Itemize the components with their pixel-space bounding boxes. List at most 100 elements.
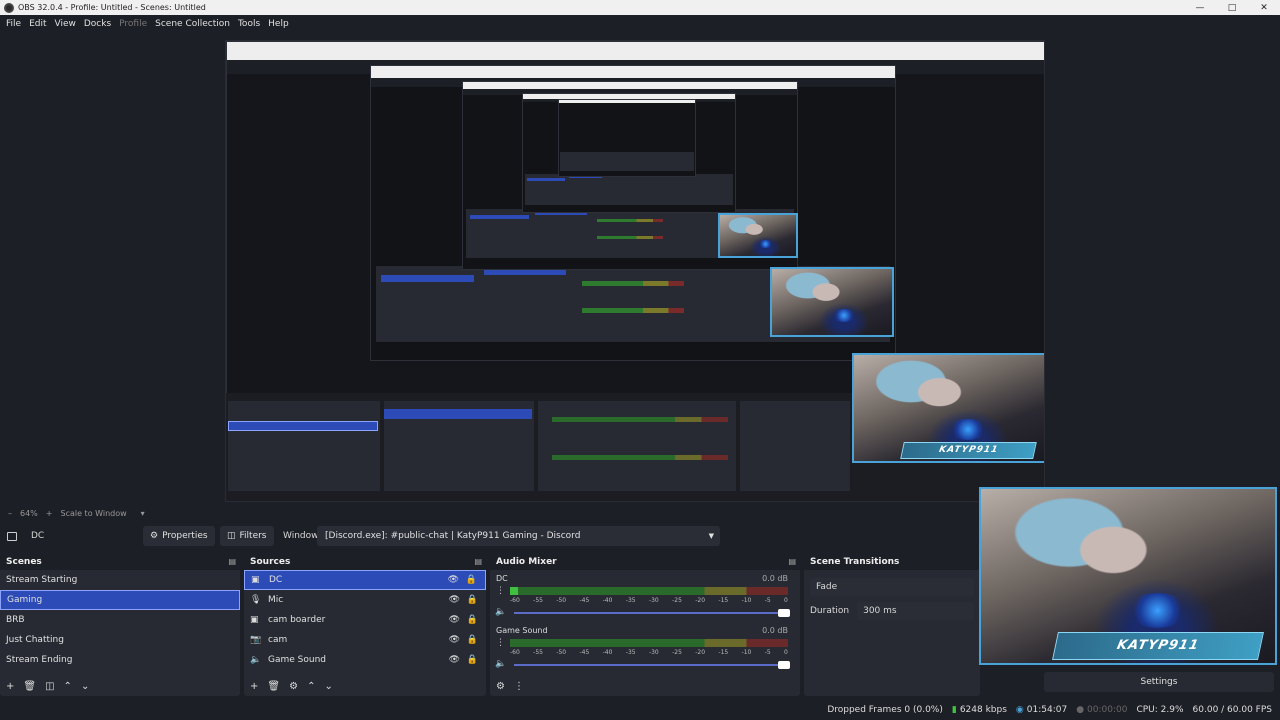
- kebab-menu-icon[interactable]: ⋮: [514, 681, 524, 692]
- tick-label: -45: [579, 649, 590, 656]
- volume-fader[interactable]: [514, 661, 790, 669]
- source-item-cam[interactable]: 📷 cam 👁 🔒: [244, 630, 486, 650]
- nested-transitions: [740, 401, 850, 491]
- kebab-menu-icon[interactable]: ⋮: [496, 586, 505, 596]
- nested-scenes: [228, 401, 380, 491]
- lock-icon[interactable]: 🔒: [467, 655, 478, 665]
- scene-item-just-chatting[interactable]: Just Chatting: [0, 630, 240, 650]
- tick-label: 0: [784, 597, 788, 604]
- speaker-icon[interactable]: 🔈: [495, 659, 506, 669]
- scene-transitions-title: Scene Transitions: [810, 557, 900, 567]
- record-icon: ●: [1076, 705, 1085, 715]
- nested-webcam-1: [718, 213, 798, 258]
- close-icon[interactable]: ✕: [1248, 0, 1280, 15]
- nested-webcam-2: [770, 267, 894, 337]
- scene-label: Just Chatting: [6, 635, 64, 645]
- nested-webcam-nameplate: KATYP911: [899, 441, 1037, 459]
- duration-input[interactable]: 300 ms: [857, 602, 974, 620]
- source-item-mic[interactable]: 🎙 Mic 👁 🔒: [244, 590, 486, 610]
- nested-capture-5: [558, 99, 696, 177]
- menu-edit[interactable]: Edit: [25, 19, 50, 29]
- tick-label: -35: [625, 649, 636, 656]
- scene-item-brb[interactable]: BRB: [0, 610, 240, 630]
- window-capture-icon: [7, 531, 17, 541]
- menu-view[interactable]: View: [51, 19, 80, 29]
- arrow-up-icon[interactable]: ⌃: [64, 681, 72, 692]
- add-icon[interactable]: +: [6, 681, 14, 692]
- channel-db: 0.0 dB: [762, 626, 788, 635]
- eye-icon[interactable]: 👁: [449, 595, 460, 605]
- chevron-down-icon[interactable]: ▾: [141, 509, 145, 518]
- trash-icon[interactable]: 🗑: [267, 681, 280, 692]
- scene-item-stream-starting[interactable]: Stream Starting: [0, 570, 240, 590]
- dock-menu-icon[interactable]: ▤: [474, 557, 482, 566]
- trash-icon[interactable]: 🗑: [23, 681, 36, 692]
- eye-icon[interactable]: 👁: [449, 655, 460, 665]
- menu-tools[interactable]: Tools: [234, 19, 264, 29]
- zoom-in-button[interactable]: +: [46, 509, 53, 518]
- properties-button[interactable]: ⚙ Properties: [143, 526, 215, 546]
- eye-icon[interactable]: 👁: [448, 575, 459, 585]
- scale-mode-label[interactable]: Scale to Window: [60, 509, 126, 518]
- source-item-game-sound[interactable]: 🔈 Game Sound 👁 🔒: [244, 650, 486, 670]
- gear-icon: ⚙: [150, 531, 159, 541]
- volume-fader[interactable]: [514, 609, 790, 617]
- scene-item-gaming[interactable]: Gaming: [0, 590, 240, 610]
- arrow-down-icon[interactable]: ⌄: [324, 681, 332, 692]
- window-title: OBS 32.0.4 - Profile: Untitled - Scenes:…: [18, 3, 206, 12]
- menu-file[interactable]: File: [2, 19, 25, 29]
- kebab-menu-icon[interactable]: ⋮: [496, 638, 505, 648]
- window-select[interactable]: [Discord.exe]: #public-chat | KatyP911 G…: [317, 526, 720, 546]
- arrow-up-icon[interactable]: ⌃: [307, 681, 315, 692]
- minimize-icon[interactable]: —: [1184, 0, 1216, 15]
- scenes-dock: Scenes ▤ Stream Starting Gaming BRB Just…: [0, 554, 240, 696]
- menu-docks[interactable]: Docks: [80, 19, 115, 29]
- maximize-icon[interactable]: □: [1216, 0, 1248, 15]
- zoom-out-button[interactable]: –: [8, 509, 12, 518]
- source-label: DC: [269, 575, 283, 585]
- dock-menu-icon[interactable]: ▤: [788, 557, 796, 566]
- filter-icon[interactable]: ◫: [45, 681, 54, 692]
- channel-name: Game Sound: [496, 626, 548, 635]
- advanced-audio-icon[interactable]: ⚙: [496, 681, 505, 692]
- source-label: cam: [268, 635, 288, 645]
- fader-knob[interactable]: [778, 661, 790, 669]
- speaker-icon[interactable]: 🔈: [495, 607, 506, 617]
- nested-webcam-3: KATYP911: [852, 353, 1044, 463]
- lock-icon[interactable]: 🔒: [466, 575, 477, 585]
- scene-item-stream-ending[interactable]: Stream Ending: [0, 650, 240, 670]
- fader-knob[interactable]: [778, 609, 790, 617]
- tick-label: -5: [764, 597, 771, 604]
- eye-icon[interactable]: 👁: [449, 615, 460, 625]
- add-icon[interactable]: +: [250, 681, 258, 692]
- menu-scene-collection[interactable]: Scene Collection: [151, 19, 234, 29]
- settings-button[interactable]: Settings: [1044, 672, 1274, 692]
- chevron-down-icon: ▼: [708, 532, 714, 540]
- sources-title: Sources: [250, 557, 291, 567]
- preview-canvas[interactable]: KATYP911: [225, 40, 1045, 502]
- mixer-channel-game-sound: Game Sound 0.0 dB ⋮ -60 -55 -50 -45 -40 …: [490, 622, 800, 674]
- bitrate: 6248 kbps: [959, 705, 1007, 715]
- dock-menu-icon[interactable]: ▤: [228, 557, 236, 566]
- source-item-cam-boarder[interactable]: ▣ cam boarder 👁 🔒: [244, 610, 486, 630]
- nested-mixer: [538, 401, 736, 491]
- lock-icon[interactable]: 🔒: [467, 615, 478, 625]
- live-time: 01:54:07: [1026, 705, 1068, 715]
- lock-icon[interactable]: 🔒: [467, 595, 478, 605]
- source-item-dc[interactable]: ▣ DC 👁 🔒: [244, 570, 486, 590]
- cpu-usage: CPU: 2.9%: [1136, 705, 1184, 715]
- transition-select[interactable]: Fade: [810, 578, 974, 596]
- menu-help[interactable]: Help: [264, 19, 293, 29]
- lock-icon[interactable]: 🔒: [467, 635, 478, 645]
- eye-icon[interactable]: 👁: [449, 635, 460, 645]
- window-controls: — □ ✕: [1184, 0, 1280, 15]
- audio-mixer-title: Audio Mixer: [496, 557, 557, 567]
- scene-label: Stream Starting: [6, 575, 78, 585]
- filters-button[interactable]: ◫ Filters: [220, 526, 274, 546]
- tick-label: -20: [695, 597, 706, 604]
- mixer-channel-dc: DC 0.0 dB ⋮ -60 -55 -50 -45 -40 -35 -30 …: [490, 570, 800, 622]
- window-select-value: [Discord.exe]: #public-chat | KatyP911 G…: [325, 531, 581, 541]
- gear-icon[interactable]: ⚙: [289, 681, 298, 692]
- source-context-bar: DC ⚙ Properties ◫ Filters Window [Discor…: [0, 522, 980, 550]
- arrow-down-icon[interactable]: ⌄: [81, 681, 89, 692]
